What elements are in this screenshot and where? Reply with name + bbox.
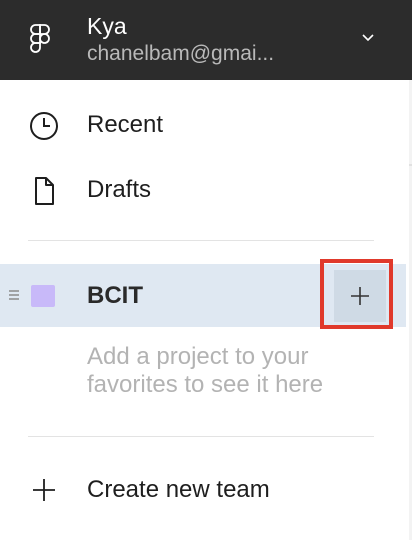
create-new-team-button[interactable]: Create new team [0,466,400,514]
nav-item-recent-label: Recent [87,111,164,138]
account-email: chanelbam@gmai... [87,42,275,65]
favorites-empty-message: Add a project to your favorites to see i… [87,343,324,398]
nav-item-drafts-label: Drafts [87,176,152,203]
chevron-down-icon[interactable] [361,33,375,43]
plus-icon [351,287,369,305]
clock-icon [30,112,58,140]
create-new-team-label: Create new team [87,476,270,503]
divider [28,240,374,241]
nav-item-drafts[interactable]: Drafts [0,163,400,217]
add-project-button[interactable] [334,270,386,322]
team-name: BCIT [87,282,143,309]
team-color-swatch [31,285,55,307]
file-icon [35,177,54,205]
account-header[interactable]: Kya chanelbam@gmai... [0,0,412,80]
drag-handle-icon[interactable] [8,288,20,302]
account-name: Kya [87,13,127,39]
figma-logo-icon [30,24,50,53]
plus-icon [33,479,55,501]
team-row-bcit[interactable]: BCIT [0,264,406,327]
nav-item-recent[interactable]: Recent [0,98,400,152]
divider [28,436,374,437]
